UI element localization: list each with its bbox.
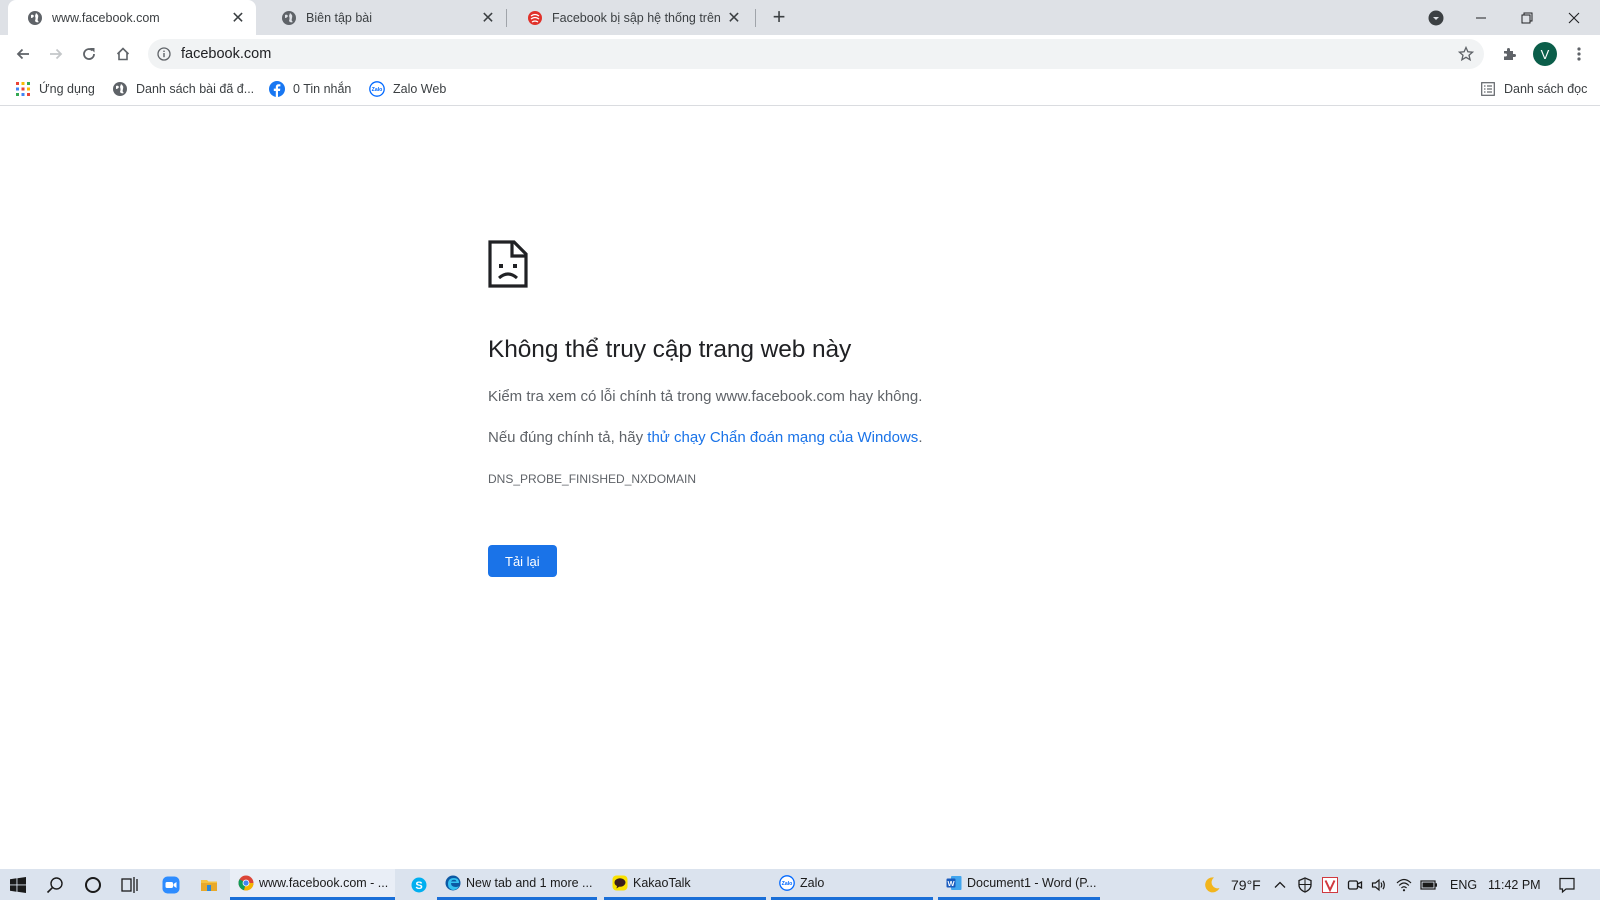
windows-start-icon[interactable]: [6, 873, 30, 897]
taskbar-app-zalo[interactable]: Zalo Zalo: [771, 869, 933, 900]
reading-list[interactable]: Danh sách đọc: [1480, 79, 1587, 99]
weather-temperature: 79°F: [1231, 877, 1261, 893]
edge-icon: [445, 875, 461, 891]
globe-icon: [281, 10, 297, 26]
wifi-icon[interactable]: [1392, 873, 1416, 897]
close-tab-icon[interactable]: ✕: [480, 10, 496, 26]
windows-taskbar: www.facebook.com - ... S New tab and 1 m…: [0, 869, 1600, 900]
error-page: Không thể truy cập trang web này Kiểm tr…: [488, 240, 1128, 288]
svg-text:W: W: [947, 879, 955, 888]
close-tab-icon[interactable]: ✕: [726, 10, 742, 26]
skype-icon: S: [411, 877, 427, 893]
globe-icon: [27, 10, 43, 26]
news-logo-icon: [527, 10, 543, 26]
battery-icon[interactable]: [1417, 873, 1441, 897]
task-view-icon[interactable]: [118, 873, 142, 897]
facebook-icon: [269, 81, 285, 97]
taskbar-app-kakaotalk[interactable]: KakaoTalk: [604, 869, 766, 900]
tab-divider: [755, 9, 756, 27]
reading-list-icon: [1480, 81, 1496, 97]
error-code: DNS_PROBE_FINISHED_NXDOMAIN: [488, 472, 696, 486]
tab-title: Biên tập bài: [306, 11, 476, 25]
bookmark-label: 0 Tin nhắn: [293, 82, 351, 96]
diagnostics-prefix: Nếu đúng chính tả, hãy: [488, 429, 647, 446]
bookmark-label: Ứng dụng: [39, 82, 95, 96]
moon-icon: [1203, 876, 1221, 894]
bookmark-label: Zalo Web: [393, 82, 446, 96]
zalo-icon: Zalo: [779, 875, 795, 891]
windows-diagnostics-link[interactable]: thử chạy Chẩn đoán mạng của Windows: [647, 429, 918, 446]
word-icon: W: [946, 875, 962, 891]
globe-icon: [112, 81, 128, 97]
chrome-icon: [238, 875, 254, 891]
tab-title: Facebook bị sập hệ thống trên to: [552, 11, 722, 25]
address-bar[interactable]: facebook.com: [148, 39, 1484, 69]
tab-strip: www.facebook.com ✕ Biên tập bài ✕ Facebo…: [0, 0, 1600, 35]
bookmark-star-icon[interactable]: [1456, 44, 1476, 64]
weather-widget[interactable]: 79°F: [1203, 869, 1261, 900]
back-button[interactable]: [9, 40, 37, 68]
diagnostics-suffix: .: [918, 429, 922, 446]
svg-text:Zalo: Zalo: [372, 87, 383, 93]
menu-icon[interactable]: [1565, 40, 1593, 68]
error-title: Không thể truy cập trang web này: [488, 336, 851, 364]
action-center-icon[interactable]: [1555, 873, 1579, 897]
bookmark-tin-nhan[interactable]: 0 Tin nhắn: [269, 79, 351, 99]
svg-text:S: S: [415, 879, 422, 891]
taskbar-app-chrome[interactable]: www.facebook.com - ...: [230, 869, 395, 900]
reading-list-label: Danh sách đọc: [1504, 82, 1587, 96]
home-button[interactable]: [109, 40, 137, 68]
profile-avatar[interactable]: V: [1533, 42, 1557, 66]
file-explorer-icon[interactable]: [197, 873, 221, 897]
taskbar-app-label: Zalo: [800, 876, 824, 890]
taskbar-app-label: Document1 - Word (P...: [967, 876, 1096, 890]
bookmark-danh-sach-bai[interactable]: Danh sách bài đã đ...: [112, 79, 254, 99]
tab-facebook[interactable]: www.facebook.com ✕: [8, 0, 256, 35]
taskbar-app-word[interactable]: W Document1 - Word (P...: [938, 869, 1100, 900]
extensions-icon[interactable]: [1496, 40, 1524, 68]
url-text[interactable]: facebook.com: [181, 46, 1456, 62]
bookmark-label: Danh sách bài đã đ...: [136, 82, 254, 96]
new-tab-icon[interactable]: +: [767, 5, 791, 29]
tab-title: www.facebook.com: [52, 11, 226, 25]
taskbar-app-label: New tab and 1 more ...: [466, 876, 592, 890]
bookmark-zalo-web[interactable]: Zalo Zalo Web: [369, 79, 446, 99]
reload-button[interactable]: [75, 40, 103, 68]
zoom-icon[interactable]: [159, 873, 183, 897]
cortana-icon[interactable]: [81, 873, 105, 897]
vietkey-v-icon[interactable]: [1318, 873, 1342, 897]
tab-search-icon[interactable]: [1413, 0, 1459, 35]
restore-icon[interactable]: [1504, 0, 1550, 35]
taskbar-app-edge[interactable]: New tab and 1 more ...: [437, 869, 597, 900]
taskbar-app-skype[interactable]: S: [403, 869, 435, 900]
spelling-hint: Kiểm tra xem có lỗi chính tả trong www.f…: [488, 388, 922, 405]
taskbar-app-label: www.facebook.com - ...: [259, 876, 388, 890]
taskbar-app-label: KakaoTalk: [633, 876, 691, 890]
tab-facebook-news[interactable]: Facebook bị sập hệ thống trên to ✕: [508, 0, 752, 35]
forward-button[interactable]: [42, 40, 70, 68]
sad-document-icon: [488, 240, 528, 288]
tab-bien-tap-bai[interactable]: Biên tập bài ✕: [262, 0, 506, 35]
svg-text:Zalo: Zalo: [782, 881, 793, 887]
meet-now-icon[interactable]: [1343, 873, 1367, 897]
volume-icon[interactable]: [1367, 873, 1391, 897]
clock[interactable]: 11:42 PM: [1488, 869, 1541, 900]
search-icon[interactable]: [43, 873, 67, 897]
close-window-icon[interactable]: [1551, 0, 1597, 35]
chevron-up-icon[interactable]: [1268, 873, 1292, 897]
tab-divider: [506, 9, 507, 27]
bookmark-apps[interactable]: Ứng dụng: [15, 79, 95, 99]
zalo-icon: Zalo: [369, 81, 385, 97]
site-info-icon[interactable]: [156, 46, 172, 62]
security-shield-icon[interactable]: [1293, 873, 1317, 897]
browser-toolbar: facebook.com: [0, 35, 1600, 73]
bookmarks-bar: Ứng dụng Danh sách bài đã đ... 0 Tin nhắ…: [0, 73, 1600, 106]
reload-page-button[interactable]: Tải lại: [488, 545, 557, 577]
kakaotalk-icon: [612, 875, 628, 891]
diagnostics-hint: Nếu đúng chính tả, hãy thử chạy Chẩn đoá…: [488, 429, 922, 446]
close-tab-icon[interactable]: ✕: [230, 10, 246, 26]
apps-grid-icon: [15, 81, 31, 97]
input-language[interactable]: ENG: [1450, 869, 1477, 900]
minimize-icon[interactable]: [1458, 0, 1504, 35]
